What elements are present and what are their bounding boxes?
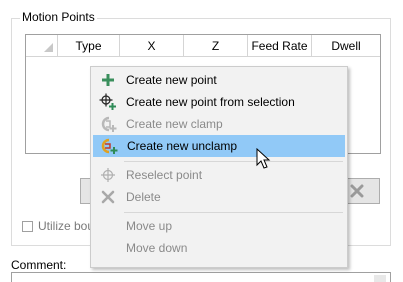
crosshair-plus-icon xyxy=(93,91,123,113)
column-feed-rate[interactable]: Feed Rate xyxy=(248,35,312,56)
grid-corner[interactable] xyxy=(26,35,58,56)
menu-item-label: Reselect point xyxy=(126,168,203,182)
menu-separator xyxy=(124,161,343,162)
menu-item-label: Delete xyxy=(126,190,161,204)
comment-scrollbar[interactable] xyxy=(374,275,386,282)
utilize-bounds-checkbox[interactable] xyxy=(22,220,33,232)
grid-header: Type X Z Feed Rate Dwell xyxy=(26,35,380,57)
utilize-bounds-checkbox-row[interactable]: Utilize bour xyxy=(22,219,98,233)
comment-field[interactable] xyxy=(11,272,391,282)
menu-item-create-new-clamp: Create new clamp xyxy=(93,113,345,135)
menu-item-create-point-from-selection[interactable]: Create new point from selection xyxy=(93,91,345,113)
crosshair-icon xyxy=(93,164,123,186)
mouse-pointer-icon xyxy=(256,148,271,169)
menu-item-label: Create new point xyxy=(126,73,217,87)
delete-x-icon xyxy=(93,186,123,208)
context-menu: Create new point Create new point from s… xyxy=(90,66,348,268)
menu-item-move-down: Move down xyxy=(93,237,345,259)
menu-item-label: Create new clamp xyxy=(126,117,223,131)
unclamp-add-icon xyxy=(94,135,124,157)
menu-item-move-up: Move up xyxy=(93,215,345,237)
comment-label: Comment: xyxy=(11,258,67,272)
menu-separator xyxy=(124,212,343,213)
menu-item-create-new-point[interactable]: Create new point xyxy=(93,69,345,91)
column-z[interactable]: Z xyxy=(184,35,248,56)
column-x[interactable]: X xyxy=(120,35,184,56)
menu-item-label: Move down xyxy=(126,241,188,255)
column-dwell[interactable]: Dwell xyxy=(312,35,380,56)
menu-item-reselect-point: Reselect point xyxy=(93,164,345,186)
menu-item-delete: Delete xyxy=(93,186,345,208)
column-type[interactable]: Type xyxy=(58,35,120,56)
dialog: Motion Points Type X Z Feed Rate Dwell U… xyxy=(0,0,403,282)
delete-x-icon xyxy=(350,184,363,198)
menu-item-label: Move up xyxy=(126,219,173,233)
menu-item-label: Create new unclamp xyxy=(127,139,238,153)
menu-item-label: Create new point from selection xyxy=(126,95,295,109)
group-title: Motion Points xyxy=(20,10,97,24)
menu-item-create-new-unclamp[interactable]: Create new unclamp xyxy=(93,135,345,157)
clamp-add-icon xyxy=(93,113,123,135)
plus-icon xyxy=(93,69,123,91)
